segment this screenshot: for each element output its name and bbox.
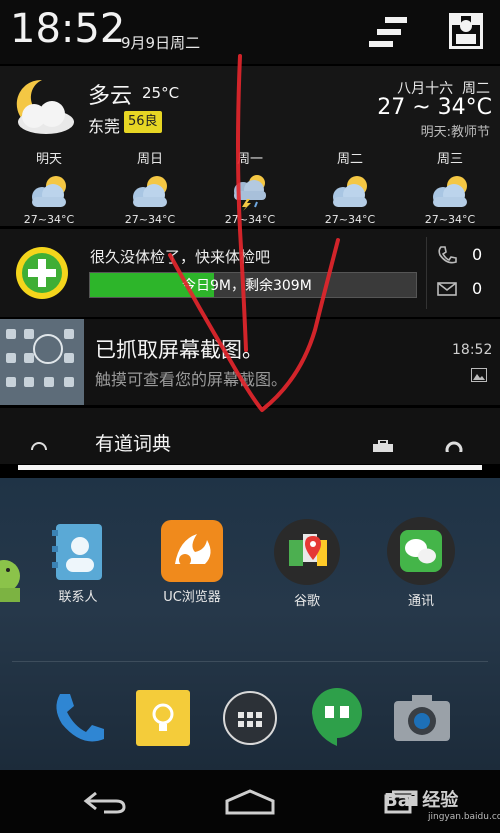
youdao-notification[interactable] [0,408,500,464]
app-label: 谷歌 [293,594,320,609]
screenshot-time: 18:52 [452,342,493,358]
wechat-icon [387,517,455,585]
unread-sms-count: 0 [472,279,483,298]
thunderstorm-icon [234,175,266,211]
app-label: 通讯 [407,594,434,609]
forecast-day-label: 周三 [436,152,463,167]
app-wechat[interactable]: 通讯 [373,516,469,609]
app-label: 联系人 [58,590,98,605]
weather-condition: 多云 [88,84,133,109]
google-maps-icon [274,519,340,585]
app-drawer-icon[interactable] [222,690,278,746]
android-icon[interactable] [0,554,26,608]
baidu-watermark: Bai 经验 [384,790,459,811]
gear-icon[interactable] [444,440,464,452]
forecast-day-label: 明天 [35,152,62,167]
contacts-icon [52,524,102,580]
clock-date: 9月9日周二 [121,34,201,52]
current-temperature: 25°C [142,84,180,102]
partly-cloudy-icon [32,176,66,207]
home-icon[interactable] [224,789,276,815]
drag-handle[interactable] [18,465,482,470]
missed-calls-count: 0 [472,245,483,264]
briefcase-icon[interactable] [371,440,395,452]
baidu-watermark-url: jingyan.baidu.com [428,812,500,822]
partly-cloudy-icon [433,176,467,207]
sms-icon[interactable] [437,279,457,299]
screenshot-title: 已抓取屏幕截图。 [95,338,263,362]
forecast-temp: 27~34°C [424,213,476,226]
forecast-day: 周三 27~34°C [405,148,495,226]
holiday-note: 明天:教师节 [420,125,490,140]
forecast-day: 明天 27~34°C [4,148,94,226]
hangouts-icon[interactable] [310,686,364,746]
security-360-logo-icon [16,247,68,299]
search-icon[interactable] [30,440,48,450]
uc-browser-icon [161,520,223,582]
dock-divider [12,661,488,662]
app-label: UC浏览器 [163,590,221,605]
partly-cloudy-icon [333,176,367,207]
aqi-badge: 56良 [124,111,162,133]
forecast-day: 周一 27~34°C [205,148,295,226]
forecast-day-label: 周二 [336,152,363,167]
app-uc-browser[interactable]: UC浏览器 [144,520,240,605]
keep-notes-icon[interactable] [136,690,190,746]
forecast-day-label: 周一 [236,152,263,167]
forecast-day-label: 周日 [136,152,163,167]
screenshot-subtitle: 触摸可查看您的屏幕截图。 [95,370,288,389]
city-name: 东莞 [88,117,121,136]
camera-icon[interactable] [392,693,452,743]
partly-cloudy-icon [133,176,167,207]
app-contacts[interactable]: 联系人 [30,522,126,605]
gallery-icon [471,368,487,382]
moon-cloud-icon [16,79,74,134]
youdao-title: 有道词典 [95,433,172,455]
phone-icon[interactable] [437,245,457,265]
forecast-day: 周二 27~34°C [305,148,395,226]
forecast-temp: 27~34°C [324,213,376,226]
clock-time: 18:52 [10,6,126,52]
forecast-temp: 27~34°C [124,213,176,226]
security-message: 很久没体检了，快来体检吧 [90,248,271,266]
screenshot-thumbnail [0,319,84,405]
forecast-day: 周日 27~34°C [105,148,195,226]
back-icon[interactable] [82,789,128,815]
quick-settings-icon[interactable] [367,15,407,49]
divider [426,237,427,309]
temperature-range: 27 ~ 34°C [377,95,492,120]
forecast-temp: 27~34°C [23,213,75,226]
profile-icon[interactable] [449,13,483,49]
forecast-temp: 27~34°C [224,213,276,226]
traffic-bar-text: 今日9M，剩余309M [182,278,312,294]
app-google[interactable]: 谷歌 [259,518,355,609]
phone-dialer-icon[interactable] [48,688,108,748]
